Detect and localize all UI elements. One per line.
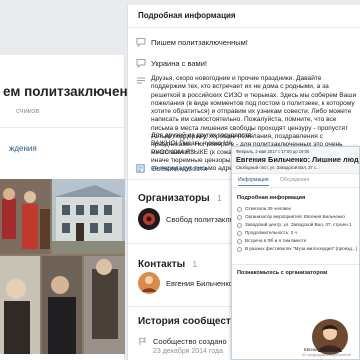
history-created-label: Сообщество создано [153, 337, 227, 346]
event-header: Февраль, 2 мая 2017 с 17:00 до 19:00 Евг… [232, 147, 360, 174]
card-organizer-sub: 40 предыдущих мероприятий [302, 353, 352, 357]
info-icon [237, 239, 242, 244]
card-organizer-name[interactable]: Евгения Бильченко [304, 347, 341, 352]
event-tabs: Информация Обсуждения [232, 174, 359, 188]
divider [128, 179, 232, 180]
description-icon [137, 77, 145, 84]
event-card[interactable]: Февраль, 2 мая 2017 с 17:00 до 19:00 Евг… [231, 146, 360, 360]
meet-organizer-title: Познакомьтесь с организатором [237, 270, 328, 276]
bg-page-link[interactable]: ждения [9, 144, 37, 153]
link-icon [237, 247, 242, 252]
chat-icon [136, 59, 146, 68]
divider [232, 264, 359, 265]
avatar [138, 272, 160, 294]
contacts-header: Контакты 1 [138, 254, 197, 272]
chat-icon [136, 38, 146, 47]
news-icon [136, 164, 145, 173]
card-row: В разных фестивалях "Муза милосердия" (п… [245, 246, 358, 251]
contacts-title: Контакты [138, 259, 186, 270]
contacts-count: 1 [192, 260, 198, 269]
clock-icon [237, 231, 242, 236]
bg-page-subtitle: счиков [16, 106, 40, 115]
history-title: История сообщества [138, 316, 243, 327]
fresh-news-label: Свежие новости [151, 164, 208, 173]
divider [128, 243, 232, 244]
user-icon [237, 215, 242, 220]
contact-name: Евгения Бильченко [166, 279, 233, 288]
organizers-header: Организаторы 1 [138, 188, 222, 206]
organizers-count: 1 [217, 194, 222, 203]
info-row-text: Украина с вами! [151, 59, 207, 68]
photo-album[interactable] [0, 179, 125, 354]
card-row: Организатор мероприятия: Евгения Бильчен… [245, 214, 345, 219]
panel-title: Подробная информация [138, 11, 236, 20]
event-name: Евгения Бильченко: Лишние люди [236, 155, 360, 164]
tab-info[interactable]: Информация [238, 177, 269, 186]
tab-discussions[interactable]: Обсуждения [280, 177, 309, 183]
divider [128, 27, 360, 28]
divider [0, 127, 125, 128]
history-created-date: 23 декабря 2014 года [153, 348, 224, 355]
fresh-news-link[interactable]: Свежие новости [136, 163, 226, 175]
background-page: ем политзаключенным! счиков ждения [0, 55, 162, 360]
organizers-title: Организаторы [138, 193, 210, 204]
location-icon [237, 223, 242, 228]
contact-item[interactable]: Евгения Бильченко [138, 272, 233, 296]
info-row-2: Украина с вами! [128, 56, 360, 70]
avatar [138, 208, 160, 230]
card-section-title: Подробная информация [237, 195, 306, 201]
photo-collage [0, 179, 125, 354]
card-row: Заводский центр, ул. Заводской Вал, 37, … [245, 222, 352, 227]
people-icon [237, 207, 242, 212]
card-row: Продолжительность: 2 ч [245, 230, 297, 235]
card-row: Встреча в Фб и я там вместе [245, 238, 307, 243]
event-location: Свободный пост, ул. Заводской Вал, 37 с.… [236, 165, 320, 170]
card-row: Отметили 39 человек [245, 206, 291, 211]
organizer-item[interactable]: Свобод политзаключе... [138, 208, 249, 232]
info-row-1: Пишем политзаключенным! [128, 35, 360, 49]
info-row-text: Пишем политзаключенным! [151, 38, 248, 47]
flag-icon [139, 337, 147, 346]
divider [128, 306, 232, 307]
